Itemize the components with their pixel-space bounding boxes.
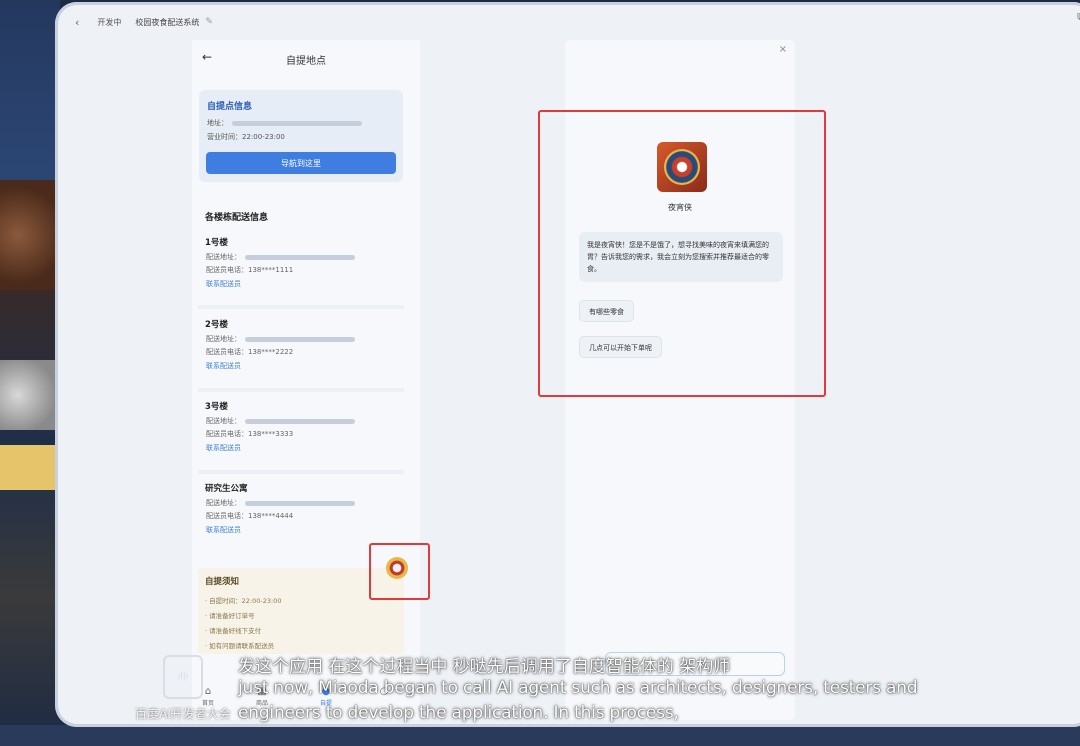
delivery-address: 配送地址： — [206, 334, 355, 344]
app-window: ‹ 开发中 校园夜食配送系统 ✎ ⧉ ← 自提地点 自提点信息 地址： 营业时间… — [55, 2, 1080, 727]
building-name: 3号楼 — [205, 402, 228, 412]
divider — [198, 470, 404, 474]
edit-icon[interactable]: ✎ — [205, 17, 213, 27]
food-photo — [0, 180, 60, 290]
subtitle-chinese: 发这个应用 在这个过程当中 秒哒先后调用了自度智能体的 架构师 — [238, 657, 731, 677]
buildings-title: 各楼栋配送信息 — [205, 213, 269, 223]
subtitle-english-line1: just now, Miaoda began to call AI agent … — [238, 678, 918, 698]
courier-phone: 配送员电话：138****3333 — [206, 430, 294, 438]
notice-item: · 自提时间：22:00-23:00 — [205, 597, 282, 605]
mobile-preview: ← 自提地点 自提点信息 地址： 营业时间：22:00-23:00 导航到这里 … — [192, 40, 420, 720]
building-card: 1号楼 配送地址： 配送员电话：138****1111 联系配送员 — [198, 236, 404, 308]
food-photo — [0, 445, 60, 490]
highlight-box — [538, 110, 826, 397]
courier-phone: 配送员电话：138****4444 — [206, 512, 294, 520]
close-icon[interactable]: × — [779, 44, 787, 55]
stage-bottom — [0, 725, 1080, 746]
contact-courier-link[interactable]: 联系配送员 — [206, 361, 241, 371]
subtitle-english-line2: engineers to develop the application. In… — [238, 703, 679, 723]
navigate-button[interactable]: 导航到这里 — [206, 152, 396, 174]
redacted-address — [232, 120, 362, 126]
building-card: 3号楼 配送地址： 配送员电话：138****3333 联系配送员 — [198, 400, 404, 472]
pickup-info-card: 自提点信息 地址： 营业时间：22:00-23:00 导航到这里 — [199, 90, 403, 182]
building-card: 2号楼 配送地址： 配送员电话：138****2222 联系配送员 — [198, 318, 404, 390]
status-badge: 开发中 — [97, 17, 122, 27]
brand-watermark: 百度AI开发者大会 — [135, 707, 231, 721]
highlight-box — [369, 543, 430, 600]
page-title: 自提地点 — [286, 56, 326, 67]
divider — [198, 388, 404, 392]
brand-logo: ıl|ı — [163, 655, 203, 699]
notice-item: · 如有问题请联系配送员 — [205, 642, 275, 650]
delivery-address: 配送地址： — [206, 498, 355, 508]
chevron-left-icon[interactable]: ‹ — [75, 16, 79, 29]
app-title: 校园夜食配送系统 — [135, 17, 200, 27]
pickup-address: 地址： — [207, 118, 362, 128]
contact-courier-link[interactable]: 联系配送员 — [206, 525, 241, 535]
notice-item: · 请准备好线下支付 — [205, 627, 262, 635]
courier-phone: 配送员电话：138****1111 — [206, 266, 294, 274]
delivery-address: 配送地址： — [206, 416, 355, 426]
pickup-hours: 营业时间：22:00-23:00 — [207, 133, 285, 141]
building-name: 2号楼 — [205, 320, 228, 330]
notice-title: 自提须知 — [205, 577, 240, 587]
notice-item: · 请准备好订单号 — [205, 612, 255, 620]
contact-courier-link[interactable]: 联系配送员 — [206, 279, 241, 289]
building-name: 研究生公寓 — [205, 484, 248, 494]
courier-phone: 配送员电话：138****2222 — [206, 348, 294, 356]
food-photo — [0, 360, 60, 430]
delivery-address: 配送地址： — [206, 252, 355, 262]
pickup-info-title: 自提点信息 — [207, 102, 253, 112]
phone-header: ← 自提地点 — [192, 40, 420, 76]
building-name: 1号楼 — [205, 238, 228, 248]
top-bar: ‹ 开发中 校园夜食配送系统 ✎ ⧉ — [55, 2, 1080, 42]
divider — [198, 305, 404, 309]
contact-courier-link[interactable]: 联系配送员 — [206, 443, 241, 453]
